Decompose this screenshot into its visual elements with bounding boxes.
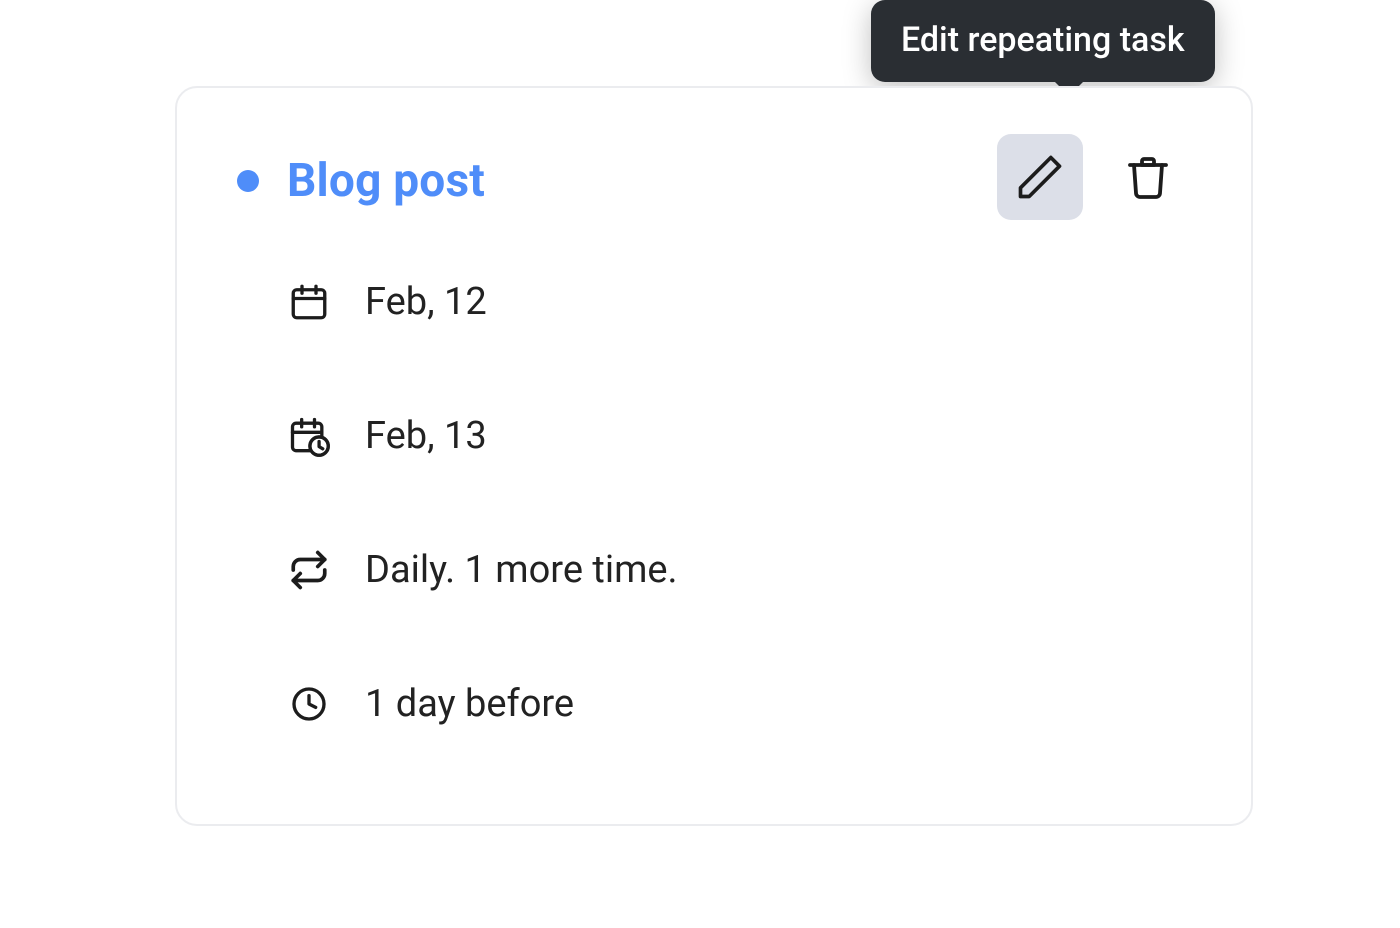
calendar-clock-icon bbox=[287, 414, 331, 458]
pencil-icon bbox=[1014, 151, 1066, 203]
tooltip-text: Edit repeating task bbox=[901, 20, 1185, 60]
repeat-text: Daily. 1 more time. bbox=[365, 548, 678, 592]
edit-button[interactable] bbox=[997, 134, 1083, 220]
repeat-icon bbox=[287, 548, 331, 592]
status-dot-icon bbox=[237, 170, 259, 192]
due-date-text: Feb, 13 bbox=[365, 414, 487, 458]
task-actions bbox=[997, 134, 1191, 220]
clock-icon bbox=[287, 682, 331, 726]
delete-button[interactable] bbox=[1105, 134, 1191, 220]
task-title-group[interactable]: Blog post bbox=[237, 154, 485, 208]
start-date-text: Feb, 12 bbox=[365, 280, 487, 324]
task-details: Feb, 12 Feb, 13 bbox=[237, 280, 1191, 726]
start-date-row[interactable]: Feb, 12 bbox=[287, 280, 1191, 324]
due-date-row[interactable]: Feb, 13 bbox=[287, 414, 1191, 458]
reminder-text: 1 day before bbox=[365, 682, 574, 726]
trash-icon bbox=[1124, 153, 1172, 201]
repeat-row[interactable]: Daily. 1 more time. bbox=[287, 548, 1191, 592]
task-header: Blog post bbox=[237, 142, 1191, 220]
reminder-row[interactable]: 1 day before bbox=[287, 682, 1191, 726]
task-title: Blog post bbox=[287, 154, 485, 208]
tooltip-edit-repeating: Edit repeating task bbox=[871, 0, 1215, 82]
task-card: Blog post bbox=[175, 86, 1253, 826]
calendar-icon bbox=[287, 280, 331, 324]
